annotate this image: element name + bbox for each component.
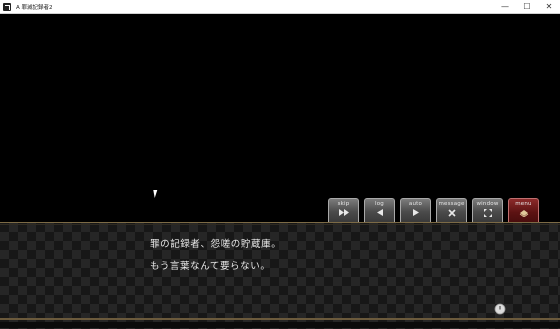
maximize-button[interactable]: ☐: [516, 0, 538, 13]
dialogue-line-1: 罪の記録者、怨嗟の貯蔵庫。: [150, 239, 282, 250]
skip-label: skip: [337, 201, 350, 207]
skip-button[interactable]: skip: [328, 198, 359, 222]
message-label: message: [438, 201, 465, 207]
window-title: A 罪滅記録者2: [16, 4, 53, 11]
window-button[interactable]: window: [472, 198, 503, 222]
message-box-frame: [0, 318, 560, 320]
message-button[interactable]: message: [436, 198, 467, 222]
log-button[interactable]: log: [364, 198, 395, 222]
fast-forward-icon: [338, 208, 349, 217]
title-bar: A 罪滅記録者2 — ☐ ✕: [0, 0, 560, 14]
dialogue-line-2: もう言葉なんて要らない。: [150, 261, 271, 272]
menu-button[interactable]: menu: [508, 198, 539, 222]
window-label: window: [476, 201, 499, 207]
menu-label: menu: [515, 201, 532, 207]
minimize-button[interactable]: —: [494, 0, 516, 13]
message-box-base: [0, 322, 560, 328]
app-icon: [3, 2, 11, 11]
mouse-cursor-icon: [153, 190, 161, 198]
close-x-icon: [447, 208, 457, 217]
auto-button[interactable]: auto: [400, 198, 431, 222]
back-arrow-icon: [375, 208, 385, 217]
game-controls: skip log auto message window menu: [328, 198, 539, 222]
clock-icon: [494, 300, 506, 315]
expand-icon: [483, 208, 493, 217]
book-icon: [519, 208, 529, 217]
play-icon: [411, 208, 421, 217]
window-controls: — ☐ ✕: [494, 0, 560, 13]
log-label: log: [375, 201, 384, 207]
auto-label: auto: [408, 201, 423, 207]
close-button[interactable]: ✕: [538, 0, 560, 13]
